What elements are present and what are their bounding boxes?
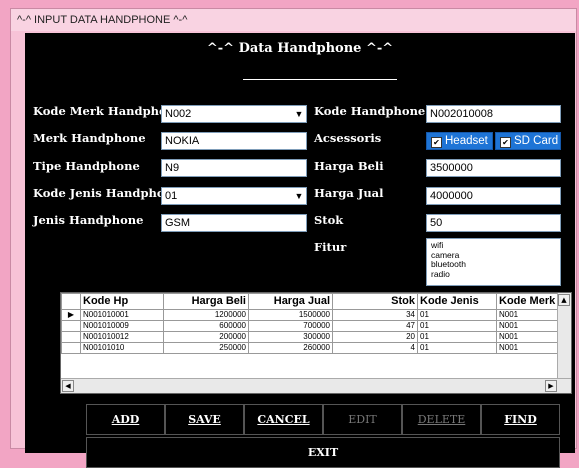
label-jenis: Jenis Handphone [33, 213, 144, 227]
table-cell[interactable]: 20 [332, 331, 418, 343]
save-label: SAVE [188, 413, 221, 426]
jenis-field[interactable]: GSM [161, 214, 307, 232]
table-cell[interactable]: 47 [332, 320, 418, 332]
exit-button[interactable]: EXIT [86, 437, 560, 468]
table-cell[interactable]: N001 [496, 320, 562, 332]
column-header[interactable]: Harga Beli [163, 293, 249, 310]
page-title: ^-^ Data Handphone ^-^ [206, 41, 394, 56]
scroll-right-icon[interactable]: ▶ [545, 380, 557, 392]
table-cell[interactable]: 1500000 [248, 309, 333, 321]
label-kode-merk: Kode Merk Handphone [33, 104, 183, 118]
harga-jual-field[interactable]: 4000000 [426, 187, 561, 205]
column-header[interactable]: Harga Jual [248, 293, 333, 310]
table-cell[interactable]: 4 [332, 342, 418, 354]
list-item[interactable]: radio [431, 269, 556, 280]
app-window: ^-^ INPUT DATA HANDPHONE ^-^ ^-^ Data Ha… [10, 8, 577, 468]
table-cell[interactable]: N001010009 [80, 320, 164, 332]
label-tipe: Tipe Handphone [33, 159, 140, 173]
kode-hp-field[interactable]: N002010008 [426, 105, 561, 123]
find-label: FIND [504, 413, 537, 426]
form-panel: ^-^ Data Handphone ^-^ Kode Merk Handpho… [25, 33, 575, 468]
table-cell[interactable]: N001 [496, 331, 562, 343]
kode-jenis-value: 01 [165, 190, 178, 202]
headset-label: Headset [445, 135, 488, 147]
table-cell[interactable]: 600000 [163, 320, 249, 332]
save-button[interactable]: SAVE [165, 404, 244, 435]
add-label: ADD [111, 413, 140, 426]
table-cell[interactable]: 300000 [248, 331, 333, 343]
table-cell[interactable]: 250000 [163, 342, 249, 354]
label-acsessoris: Acsessoris [314, 131, 382, 145]
horizontal-scrollbar[interactable]: ◀ ▶ [61, 378, 571, 393]
column-header[interactable]: Stok [332, 293, 418, 310]
fitur-list[interactable]: wifi camera bluetooth radio [426, 238, 561, 286]
kode-merk-value: N002 [165, 108, 192, 120]
label-fitur: Fitur [314, 240, 347, 254]
column-header[interactable]: Kode Jenis [417, 293, 497, 310]
scroll-up-icon[interactable]: ▲ [558, 294, 570, 306]
table-cell[interactable]: 01 [417, 342, 497, 354]
table-cell[interactable]: 01 [417, 331, 497, 343]
headset-checkbox[interactable]: ✔ Headset [426, 132, 493, 150]
label-harga-beli: Harga Beli [314, 159, 384, 173]
grid-table: Kode Hp Harga Beli Harga Jual Stok Kode … [61, 293, 562, 354]
delete-label: DELETE [417, 413, 466, 426]
column-header[interactable]: Kode Merk [496, 293, 562, 310]
row-indicator-header [61, 293, 81, 310]
table-cell[interactable]: 01 [417, 320, 497, 332]
table-cell[interactable]: N001010001 [80, 309, 164, 321]
delete-button[interactable]: DELETE [402, 404, 481, 435]
sdcard-label: SD Card [514, 135, 559, 147]
cancel-button[interactable]: CANCEL [244, 404, 323, 435]
add-button[interactable]: ADD [86, 404, 165, 435]
label-harga-jual: Harga Jual [314, 186, 384, 200]
label-kode-jenis: Kode Jenis Handphone [33, 186, 181, 200]
table-cell[interactable]: N00101010 [80, 342, 164, 354]
table-cell[interactable]: 01 [417, 309, 497, 321]
table-row[interactable]: N00101010 250000 260000 4 01 N001 [61, 342, 562, 354]
data-grid[interactable]: Kode Hp Harga Beli Harga Jual Stok Kode … [60, 292, 572, 394]
button-bar: ADD SAVE CANCEL EDIT DELETE FIND EXIT [86, 404, 560, 468]
vertical-scrollbar[interactable]: ▲ [557, 293, 571, 378]
table-cell[interactable]: 1200000 [163, 309, 249, 321]
table-cell[interactable]: N001 [496, 342, 562, 354]
exit-label: EXIT [307, 446, 339, 459]
checkmark-icon: ✔ [500, 137, 511, 148]
row-indicator [61, 342, 81, 354]
label-merk: Merk Handphone [33, 131, 146, 145]
table-row[interactable]: N001010012 200000 300000 20 01 N001 [61, 331, 562, 343]
table-cell[interactable]: 34 [332, 309, 418, 321]
label-stok: Stok [314, 213, 344, 227]
grid-header-row: Kode Hp Harga Beli Harga Jual Stok Kode … [61, 293, 562, 310]
find-button[interactable]: FIND [481, 404, 560, 435]
table-row[interactable]: N001010009 600000 700000 47 01 N001 [61, 320, 562, 332]
table-cell[interactable]: 700000 [248, 320, 333, 332]
table-cell[interactable]: 260000 [248, 342, 333, 354]
title-underline [243, 79, 397, 80]
column-header[interactable]: Kode Hp [80, 293, 164, 310]
merk-field[interactable]: NOKIA [161, 132, 307, 150]
chevron-down-icon[interactable]: ▼ [292, 106, 306, 122]
stok-field[interactable]: 50 [426, 214, 561, 232]
sdcard-checkbox[interactable]: ✔ SD Card [495, 132, 561, 150]
row-indicator [61, 320, 81, 332]
window-title: ^-^ INPUT DATA HANDPHONE ^-^ [11, 9, 576, 31]
tipe-field[interactable]: N9 [161, 159, 307, 177]
kode-jenis-select[interactable]: 01 ▼ [161, 187, 307, 205]
label-kode-hp: Kode Handphone [314, 104, 426, 118]
cancel-label: CANCEL [257, 413, 310, 426]
table-cell[interactable]: N001010012 [80, 331, 164, 343]
row-indicator [61, 331, 81, 343]
scroll-left-icon[interactable]: ◀ [62, 380, 74, 392]
harga-beli-field[interactable]: 3500000 [426, 159, 561, 177]
current-row-icon: ▶ [61, 309, 81, 321]
checkmark-icon: ✔ [431, 137, 442, 148]
table-cell[interactable]: N001 [496, 309, 562, 321]
table-cell[interactable]: 200000 [163, 331, 249, 343]
table-row[interactable]: ▶ N001010001 1200000 1500000 34 01 N001 [61, 309, 562, 321]
kode-merk-select[interactable]: N002 ▼ [161, 105, 307, 123]
edit-button[interactable]: EDIT [323, 404, 402, 435]
chevron-down-icon[interactable]: ▼ [292, 188, 306, 204]
edit-label: EDIT [348, 413, 377, 426]
